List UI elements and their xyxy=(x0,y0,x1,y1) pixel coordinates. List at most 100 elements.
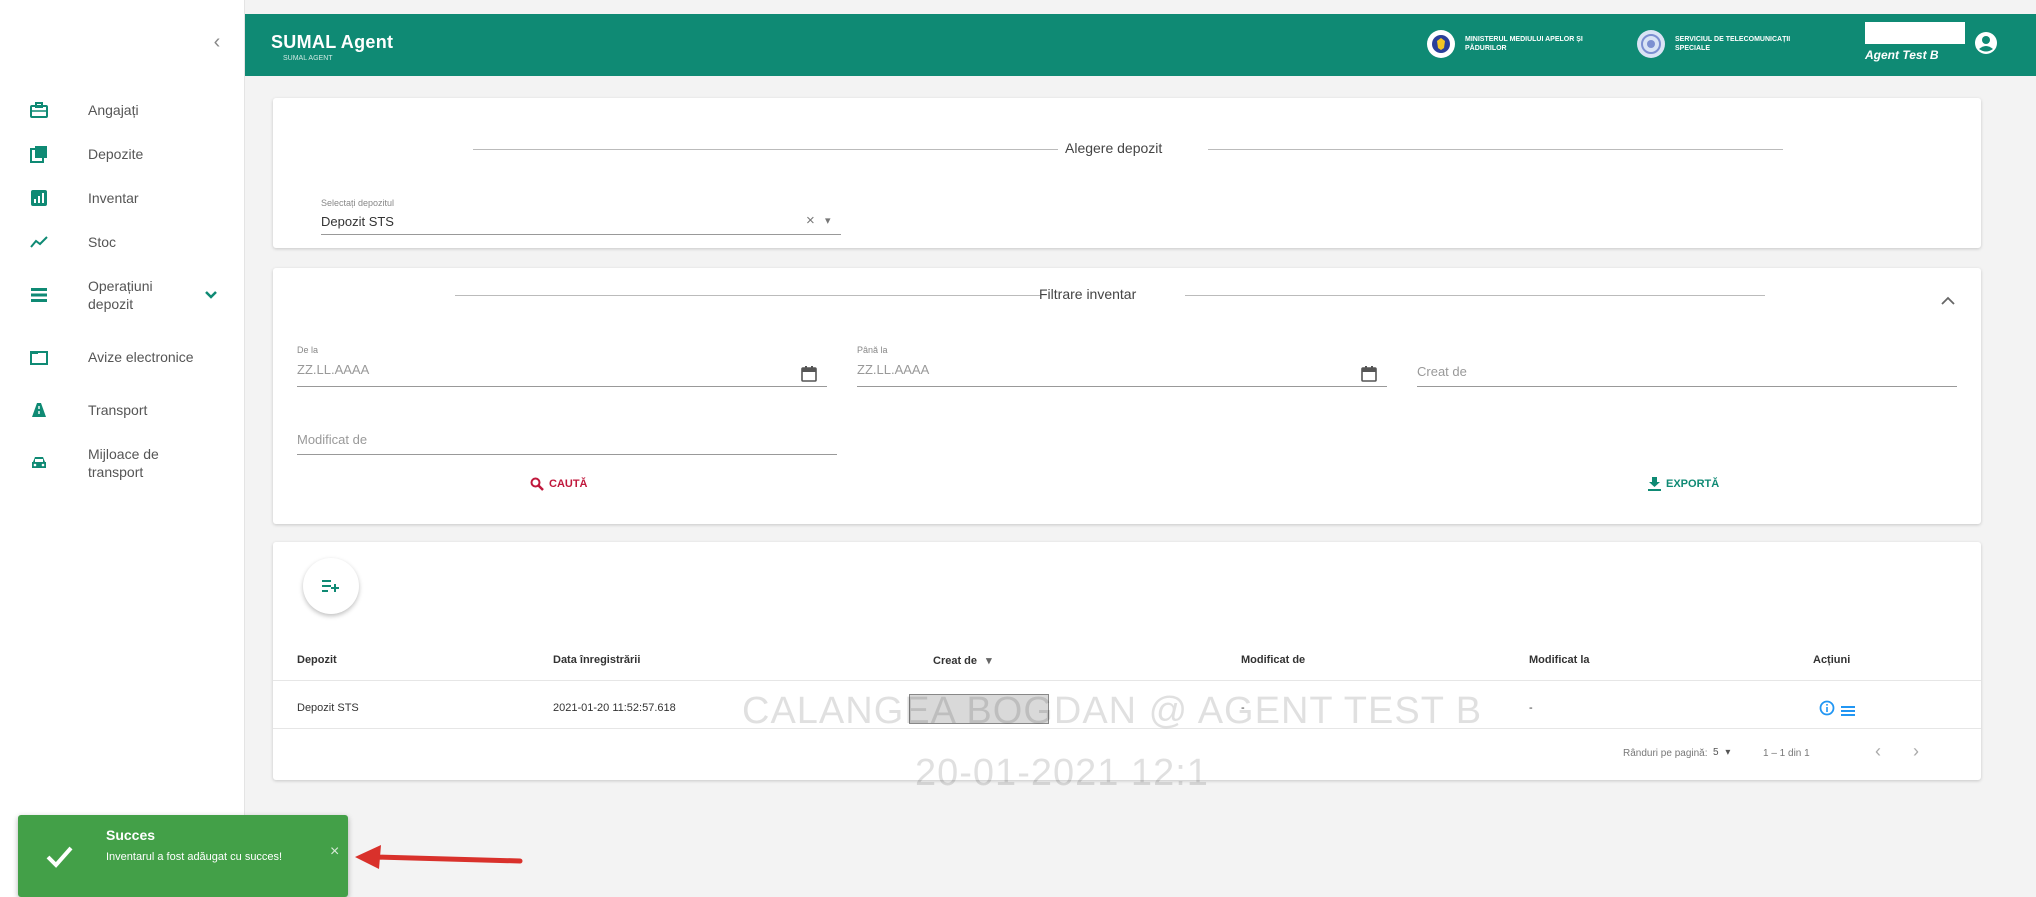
calendar-icon[interactable] xyxy=(801,366,817,387)
folder-icon xyxy=(30,348,48,366)
watermark-line1: CALANGEA BOGDAN @ AGENT TEST B xyxy=(742,690,1483,732)
inventory-filter-card: Filtrare inventar De la ZZ.LL.AAAA Până … xyxy=(273,268,1981,524)
column-header-depozit[interactable]: Depozit xyxy=(297,654,337,666)
from-date-label: De la xyxy=(297,345,319,355)
chevron-down-icon[interactable] xyxy=(205,286,217,304)
check-icon xyxy=(46,846,73,868)
copy-icon xyxy=(30,145,48,163)
sidebar-item-operatiuni-depozit[interactable]: Operațiuni depozit xyxy=(0,264,245,326)
sidebar-item-mijloace-de-transport[interactable]: Mijloace de transport xyxy=(0,432,245,494)
deposit-select-underline xyxy=(321,234,841,235)
sidebar-item-depozite[interactable]: Depozite xyxy=(0,132,245,176)
rows-per-page-select[interactable]: 5 ▾ xyxy=(1713,747,1730,758)
from-date-input[interactable]: ZZ.LL.AAAA xyxy=(297,362,369,377)
inventory-table-card: Depozit Data înregistrării Creat de ▾ Mo… xyxy=(273,542,1981,780)
add-inventory-button[interactable] xyxy=(303,558,359,614)
sidebar-item-label: Depozite xyxy=(88,146,144,162)
ministry-logo: MINISTERUL MEDIULUI APELOR ȘI PĂDURILOR xyxy=(1427,30,1585,58)
trend-icon xyxy=(30,233,48,251)
annotation-arrow-icon xyxy=(355,845,523,869)
user-name[interactable]: Agent Test B xyxy=(1865,48,1939,62)
close-icon[interactable]: × xyxy=(330,843,339,861)
watermark-line2: 20-01-2021 12:1 xyxy=(915,752,1209,794)
cell-data: 2021-01-20 11:52:57.618 xyxy=(553,702,676,714)
chevron-left-icon[interactable]: ‹ xyxy=(205,30,229,54)
sidebar-item-avize-electronice[interactable]: Avize electronice xyxy=(0,326,245,388)
account-circle-icon[interactable] xyxy=(1973,30,1999,56)
divider xyxy=(1185,295,1765,296)
next-page-icon[interactable]: › xyxy=(1913,741,1919,762)
info-icon[interactable] xyxy=(1819,700,1835,721)
sidebar-item-inventar[interactable]: Inventar xyxy=(0,176,245,220)
rows-per-page-label: Rânduri pe pagină: xyxy=(1623,748,1708,759)
dropdown-arrow-icon[interactable]: ▾ xyxy=(825,214,831,227)
brand[interactable]: SUMAL Agent SUMAL AGENT xyxy=(271,32,393,62)
sidebar-menu: Angajați Depozite Inventar Stoc Operațiu… xyxy=(0,88,245,494)
cell-depozit: Depozit STS xyxy=(297,702,359,714)
list-icon xyxy=(30,286,48,304)
sidebar-item-label: Angajați xyxy=(88,102,139,118)
deposit-select-value[interactable]: Depozit STS xyxy=(321,214,394,229)
app-title: SUMAL Agent xyxy=(271,32,394,52)
filter-section-title: Filtrare inventar xyxy=(1039,286,1137,302)
ministry-logo-text: MINISTERUL MEDIULUI APELOR ȘI PĂDURILOR xyxy=(1465,36,1583,52)
deposit-select-card: Alegere depozit Selectați depozitul Depo… xyxy=(273,98,1981,248)
header-divider xyxy=(273,680,1981,681)
sts-logo-text: SERVICIUL DE TELECOMUNICAȚII SPECIALE xyxy=(1675,36,1791,52)
pagination-range: 1 – 1 din 1 xyxy=(1763,748,1810,759)
sidebar-item-angajati[interactable]: Angajați xyxy=(0,88,245,132)
dropdown-arrow-icon: ▾ xyxy=(1725,747,1731,758)
toast-title: Succes xyxy=(106,827,156,843)
redacted-user-box xyxy=(1865,22,1965,44)
rows-per-page-value: 5 xyxy=(1713,747,1719,758)
list-view-icon[interactable] xyxy=(1841,703,1855,721)
chevron-up-icon[interactable] xyxy=(1941,292,1955,310)
divider xyxy=(473,149,1058,150)
road-icon xyxy=(30,401,48,419)
column-header-data[interactable]: Data înregistrării xyxy=(553,654,640,666)
modified-by-input[interactable]: Modificat de xyxy=(297,432,367,447)
deposit-section-title: Alegere depozit xyxy=(1065,140,1163,156)
download-icon xyxy=(1648,477,1661,491)
sidebar-item-transport[interactable]: Transport xyxy=(0,388,245,432)
sidebar-item-label: Stoc xyxy=(88,234,117,250)
column-header-creat-de[interactable]: Creat de ▾ xyxy=(933,654,992,667)
modified-by-underline xyxy=(297,454,837,455)
toast-message: Inventarul a fost adăugat cu succes! xyxy=(106,851,283,863)
inventory-icon xyxy=(30,189,48,207)
prev-page-icon[interactable]: ‹ xyxy=(1875,741,1881,762)
export-button-label: EXPORTĂ xyxy=(1666,478,1720,490)
created-by-underline xyxy=(1417,386,1957,387)
deposit-select-label: Selectați depozitul xyxy=(321,198,395,208)
search-button-label: CAUTĂ xyxy=(549,478,588,490)
divider xyxy=(1208,149,1783,150)
to-date-input[interactable]: ZZ.LL.AAAA xyxy=(857,362,929,377)
divider xyxy=(455,295,1040,296)
search-button[interactable]: CAUTĂ xyxy=(530,477,588,491)
to-date-underline xyxy=(857,386,1387,387)
cell-modificat-la: - xyxy=(1529,702,1533,714)
column-header-modificat-de[interactable]: Modificat de xyxy=(1241,654,1305,666)
export-button[interactable]: EXPORTĂ xyxy=(1648,477,1719,491)
briefcase-icon xyxy=(30,101,48,119)
sts-emblem-icon xyxy=(1637,30,1665,58)
calendar-icon[interactable] xyxy=(1361,366,1377,387)
to-date-label: Până la xyxy=(857,345,888,355)
success-toast: Succes Inventarul a fost adăugat cu succ… xyxy=(18,815,348,897)
sts-logo: SERVICIUL DE TELECOMUNICAȚII SPECIALE xyxy=(1637,30,1795,58)
sidebar-item-label: Operațiuni depozit xyxy=(88,278,153,312)
app-subtitle: SUMAL AGENT xyxy=(283,55,333,62)
created-by-input[interactable]: Creat de xyxy=(1417,364,1467,379)
column-header-label: Creat de xyxy=(933,655,978,667)
sidebar-item-label: Inventar xyxy=(88,190,139,206)
sidebar-item-stoc[interactable]: Stoc xyxy=(0,220,245,264)
sort-icon[interactable]: ▾ xyxy=(986,655,992,667)
car-icon xyxy=(30,454,48,472)
playlist-add-icon xyxy=(322,580,339,592)
search-icon xyxy=(530,477,544,491)
column-header-modificat-la[interactable]: Modificat la xyxy=(1529,654,1590,666)
clear-icon[interactable]: × xyxy=(806,212,815,229)
from-date-underline xyxy=(297,386,827,387)
sidebar-item-label: Transport xyxy=(88,402,148,418)
column-header-actiuni: Acțiuni xyxy=(1813,654,1851,666)
